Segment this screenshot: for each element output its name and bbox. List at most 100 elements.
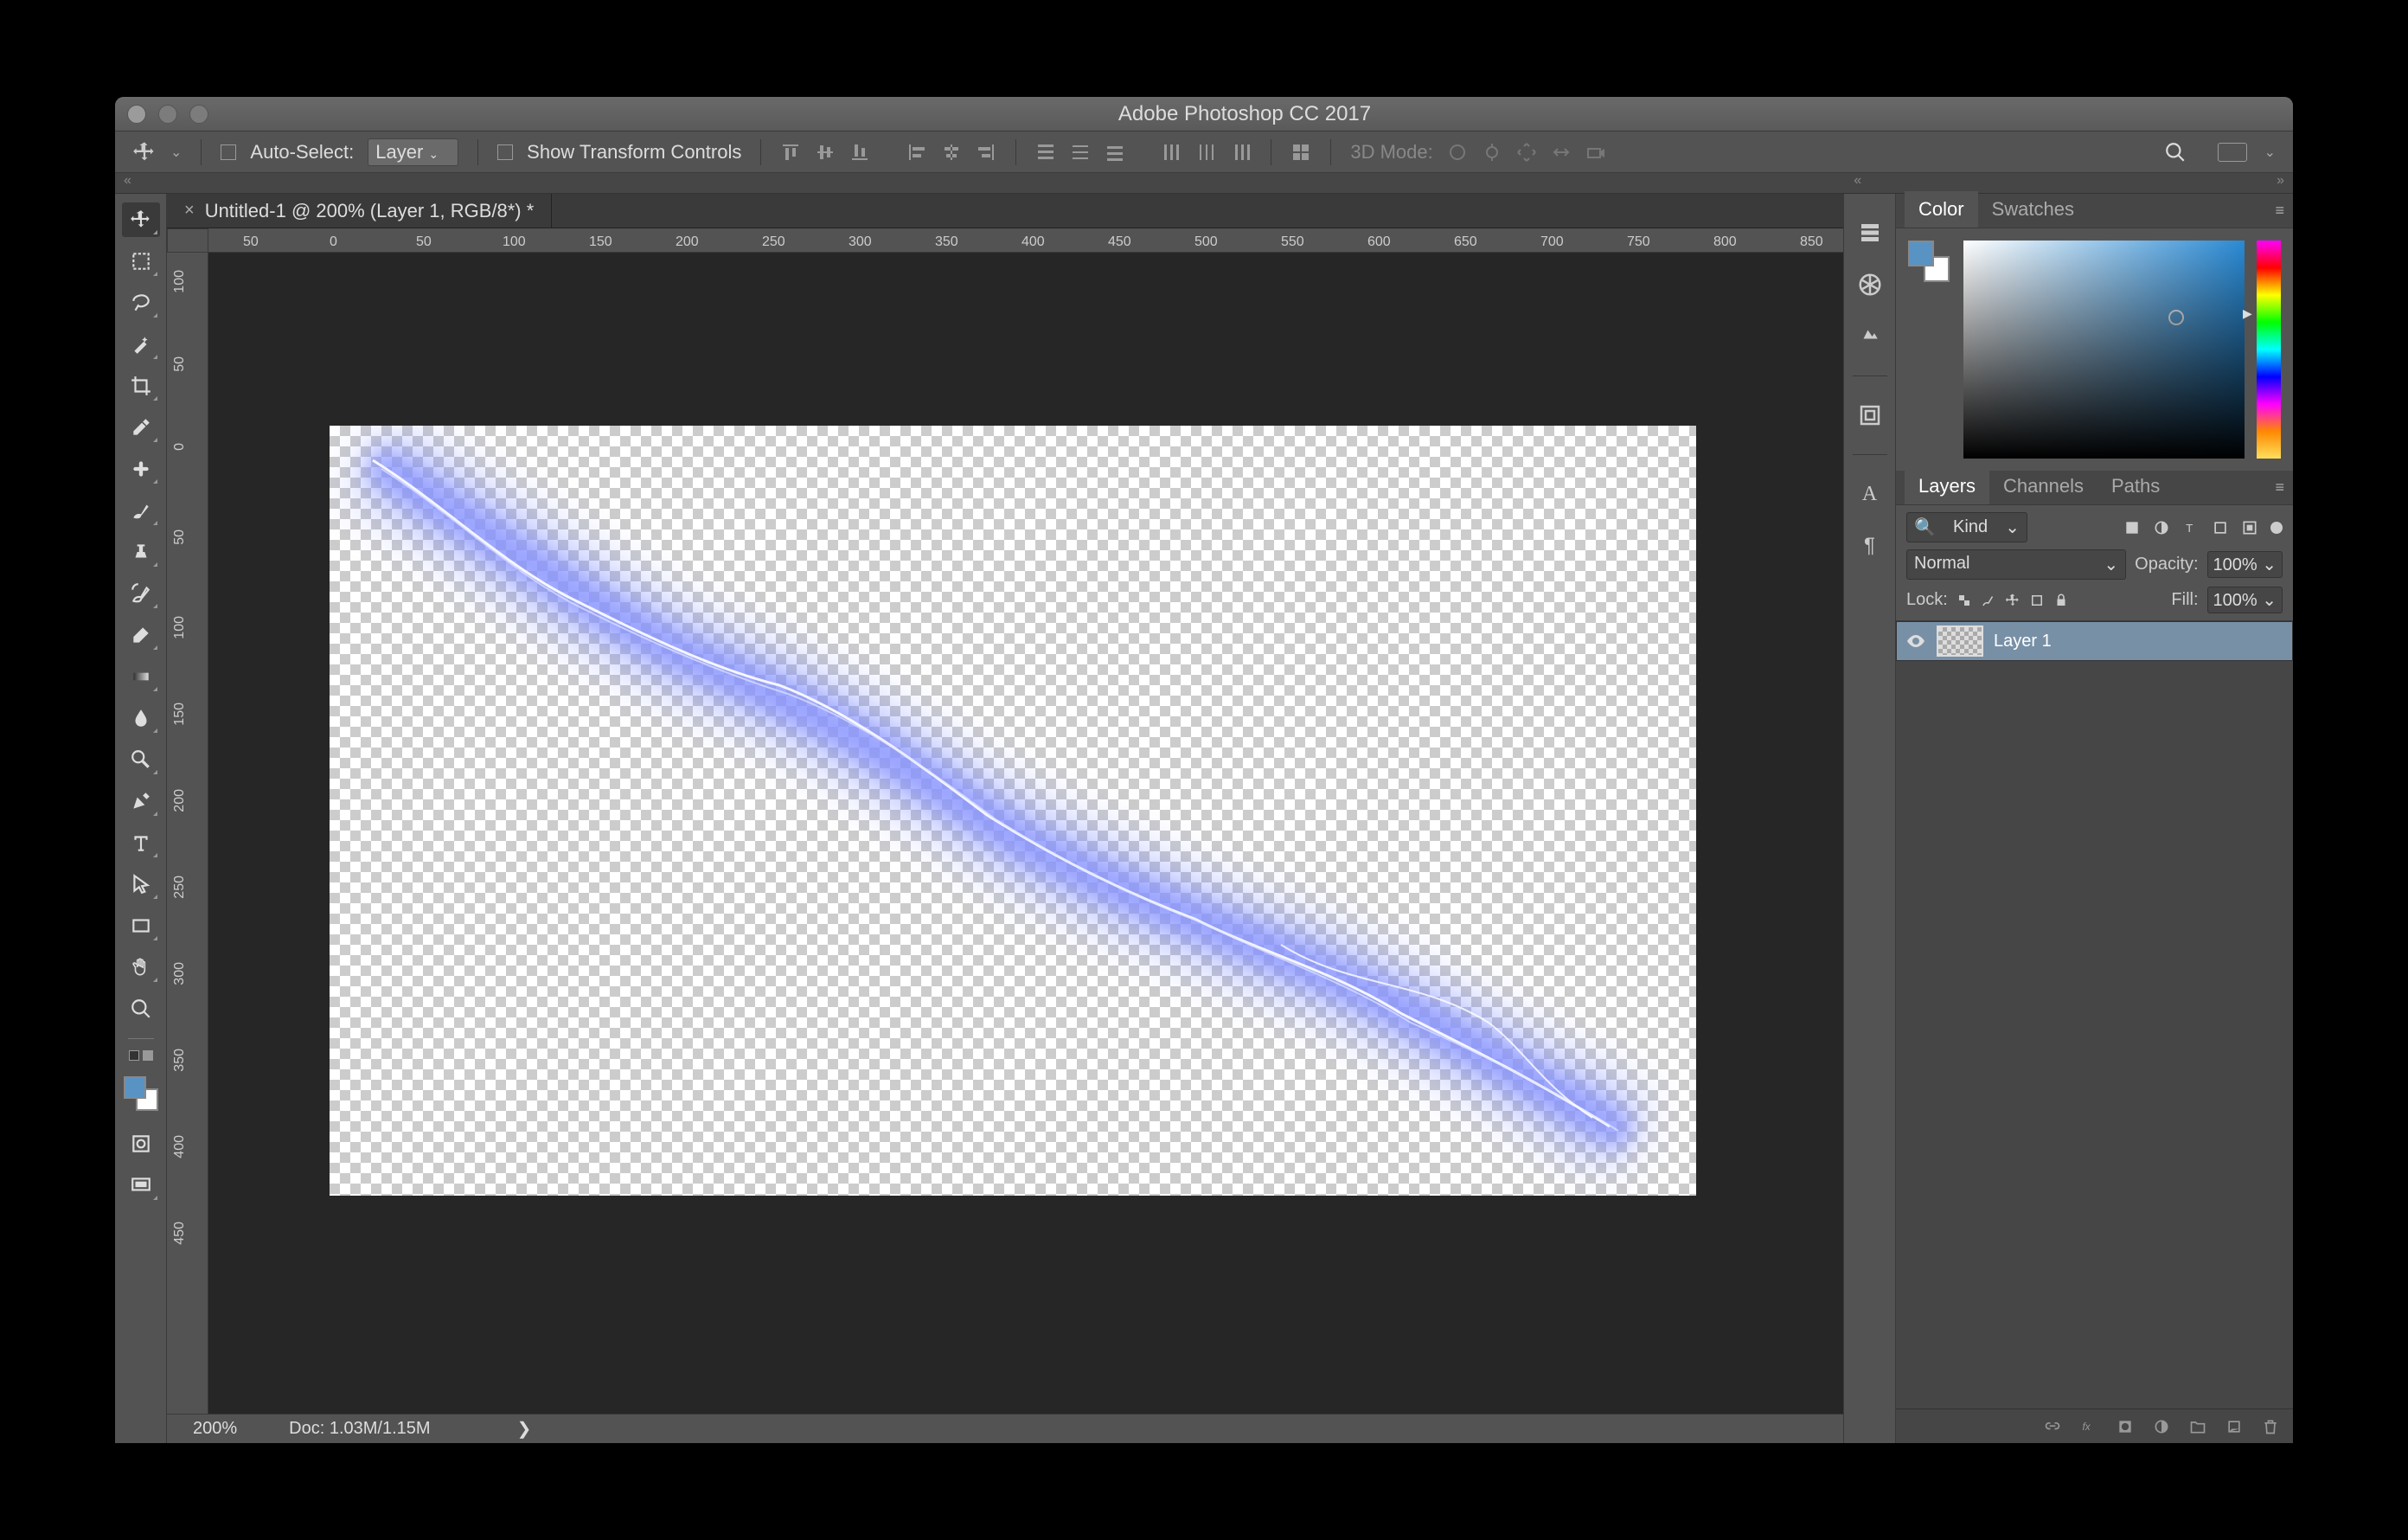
layer-filter-kind-dropdown[interactable]: 🔍Kind⌄ bbox=[1906, 512, 2027, 542]
layer-effects-icon[interactable]: fx bbox=[2080, 1418, 2097, 1435]
fill-value[interactable]: 100% ⌄ bbox=[2207, 587, 2283, 613]
vertical-ruler[interactable]: 10050050100150200250300350400450 bbox=[167, 253, 208, 1414]
paths-tab[interactable]: Paths bbox=[2097, 468, 2174, 504]
filter-pixel-icon[interactable] bbox=[2123, 519, 2141, 536]
canvas[interactable] bbox=[330, 426, 1696, 1196]
layer-visibility-icon[interactable] bbox=[1905, 631, 1926, 651]
auto-select-target-dropdown[interactable]: Layer ⌄ bbox=[368, 138, 458, 166]
doc-size[interactable]: Doc: 1.03M/1.15M bbox=[289, 1419, 430, 1439]
align-bottom-icon[interactable] bbox=[849, 142, 870, 163]
styles-panel-icon[interactable] bbox=[1857, 324, 1883, 350]
delete-layer-icon[interactable] bbox=[2262, 1418, 2279, 1435]
marquee-tool[interactable] bbox=[122, 244, 160, 279]
filter-smartobject-icon[interactable] bbox=[2241, 519, 2258, 536]
move-tool[interactable] bbox=[122, 202, 160, 237]
healing-brush-tool[interactable] bbox=[122, 452, 160, 486]
lock-position-icon[interactable] bbox=[2005, 593, 2021, 608]
opacity-value[interactable]: 100% ⌄ bbox=[2207, 551, 2283, 578]
distribute-left-icon[interactable] bbox=[1162, 142, 1182, 163]
collapse-left-icon[interactable]: « bbox=[124, 173, 131, 193]
foreground-color-swatch[interactable] bbox=[124, 1076, 146, 1099]
type-tool[interactable] bbox=[122, 825, 160, 860]
eyedropper-tool[interactable] bbox=[122, 410, 160, 445]
filter-adjustment-icon[interactable] bbox=[2153, 519, 2170, 536]
zoom-tool[interactable] bbox=[122, 991, 160, 1026]
color-panel-menu-icon[interactable]: ≡ bbox=[2275, 202, 2284, 220]
blend-mode-dropdown[interactable]: Normal⌄ bbox=[1906, 549, 2126, 580]
color-panel-swatches[interactable] bbox=[1908, 241, 1951, 459]
workspace-switcher[interactable] bbox=[2218, 143, 2247, 162]
horizontal-ruler[interactable]: 5005010015020025030035040045050055060065… bbox=[208, 228, 1843, 253]
adjustment-layer-icon[interactable] bbox=[2153, 1418, 2170, 1435]
layers-tab[interactable]: Layers bbox=[1905, 468, 1989, 504]
distribute-vcenter-icon[interactable] bbox=[1070, 142, 1091, 163]
close-window-button[interactable] bbox=[127, 105, 146, 124]
status-menu-arrow-icon[interactable]: ❯ bbox=[517, 1418, 532, 1440]
character-panel-icon[interactable]: A bbox=[1857, 481, 1883, 507]
align-hcenter-icon[interactable] bbox=[941, 142, 962, 163]
rectangle-tool[interactable] bbox=[122, 908, 160, 943]
zoom-window-button[interactable] bbox=[189, 105, 208, 124]
distribute-hcenter-icon[interactable] bbox=[1196, 142, 1217, 163]
distribute-top-icon[interactable] bbox=[1035, 142, 1056, 163]
collapse-right-icon[interactable]: » bbox=[2277, 173, 2284, 193]
show-transform-checkbox[interactable] bbox=[497, 144, 513, 160]
align-vcenter-icon[interactable] bbox=[815, 142, 836, 163]
magic-wand-tool[interactable] bbox=[122, 327, 160, 362]
libraries-panel-icon[interactable] bbox=[1857, 402, 1883, 428]
brush-tool[interactable] bbox=[122, 493, 160, 528]
blur-tool[interactable] bbox=[122, 701, 160, 735]
canvas-viewport[interactable] bbox=[208, 253, 1843, 1414]
quick-mask-toggle[interactable] bbox=[122, 1126, 160, 1161]
lock-all-icon[interactable] bbox=[2053, 593, 2069, 608]
layer-group-icon[interactable] bbox=[2189, 1418, 2206, 1435]
collapse-mid-icon[interactable]: « bbox=[1854, 173, 1861, 193]
auto-select-checkbox[interactable] bbox=[221, 144, 236, 160]
lock-transparency-icon[interactable] bbox=[1956, 593, 1972, 608]
color-picker-indicator[interactable] bbox=[2168, 310, 2184, 325]
zoom-level[interactable]: 200% bbox=[193, 1419, 237, 1439]
swatches-tab[interactable]: Swatches bbox=[1978, 191, 2088, 228]
pen-tool[interactable] bbox=[122, 784, 160, 818]
threed-roll-icon[interactable] bbox=[1482, 142, 1502, 163]
ruler-origin[interactable] bbox=[167, 228, 208, 253]
threed-orbit-icon[interactable] bbox=[1447, 142, 1468, 163]
threed-slide-icon[interactable] bbox=[1551, 142, 1572, 163]
history-brush-tool[interactable] bbox=[122, 576, 160, 611]
layer-list[interactable]: Layer 1 bbox=[1896, 621, 2293, 1408]
color-tab[interactable]: Color bbox=[1905, 191, 1978, 228]
screen-mode-toggle[interactable] bbox=[122, 1168, 160, 1203]
layer-item[interactable]: Layer 1 bbox=[1896, 621, 2293, 661]
layer-thumbnail[interactable] bbox=[1937, 626, 1983, 657]
align-left-icon[interactable] bbox=[906, 142, 927, 163]
foreground-color-chip[interactable] bbox=[1908, 241, 1934, 266]
document-tab[interactable]: × Untitled-1 @ 200% (Layer 1, RGB/8*) * bbox=[167, 194, 552, 228]
filter-type-icon[interactable]: T bbox=[2182, 519, 2200, 536]
lock-artboard-icon[interactable] bbox=[2029, 593, 2045, 608]
threed-camera-icon[interactable] bbox=[1585, 142, 1606, 163]
new-layer-icon[interactable] bbox=[2225, 1418, 2243, 1435]
layers-panel-menu-icon[interactable]: ≡ bbox=[2275, 478, 2284, 497]
filter-toggle[interactable] bbox=[2270, 522, 2283, 534]
search-icon[interactable] bbox=[2164, 141, 2187, 164]
channels-tab[interactable]: Channels bbox=[1989, 468, 2097, 504]
auto-align-icon[interactable] bbox=[1290, 142, 1311, 163]
link-layers-icon[interactable] bbox=[2044, 1418, 2061, 1435]
lasso-tool[interactable] bbox=[122, 286, 160, 320]
color-field[interactable] bbox=[1963, 241, 2245, 459]
distribute-bottom-icon[interactable] bbox=[1105, 142, 1125, 163]
threed-pan-icon[interactable] bbox=[1516, 142, 1537, 163]
history-panel-icon[interactable] bbox=[1857, 220, 1883, 246]
align-right-icon[interactable] bbox=[976, 142, 996, 163]
close-tab-icon[interactable]: × bbox=[184, 201, 195, 221]
hand-tool[interactable] bbox=[122, 950, 160, 985]
hue-slider[interactable] bbox=[2257, 241, 2281, 459]
dodge-tool[interactable] bbox=[122, 742, 160, 777]
foreground-background-colors[interactable] bbox=[124, 1076, 158, 1111]
filter-shape-icon[interactable] bbox=[2212, 519, 2229, 536]
gradient-tool[interactable] bbox=[122, 659, 160, 694]
layer-name[interactable]: Layer 1 bbox=[1994, 632, 2052, 651]
paragraph-panel-icon[interactable]: ¶ bbox=[1857, 533, 1883, 559]
lock-pixels-icon[interactable] bbox=[1981, 593, 1996, 608]
path-selection-tool[interactable] bbox=[122, 867, 160, 902]
